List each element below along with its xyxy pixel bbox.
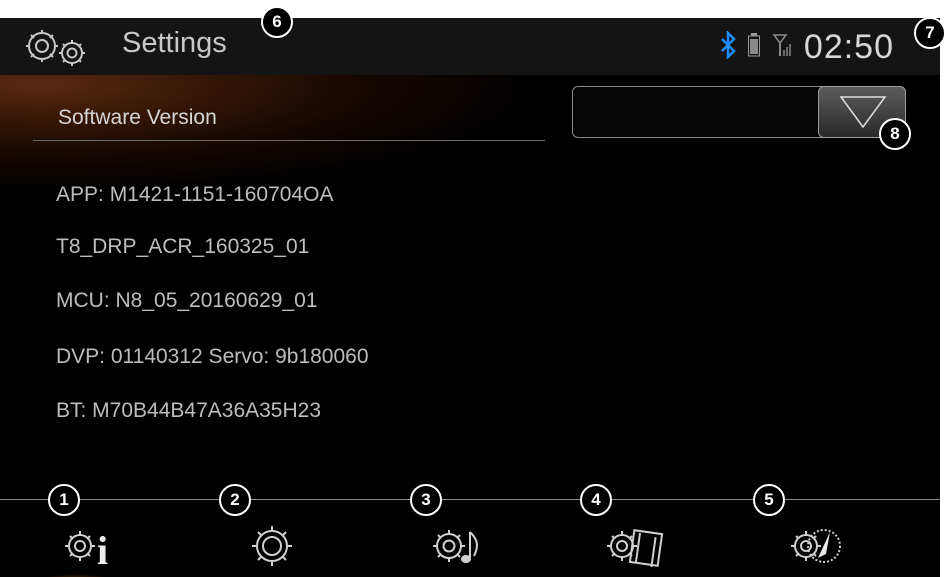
dock-navigation-button[interactable] xyxy=(770,502,910,577)
callout-badge-4: 4 xyxy=(580,484,612,516)
callout-badge-5: 5 xyxy=(753,484,785,516)
section-title: Software Version xyxy=(58,106,217,129)
gear-info-icon: i xyxy=(65,528,108,572)
callout-badge-7: 7 xyxy=(914,17,946,49)
section-divider xyxy=(33,140,545,141)
gear-icon xyxy=(252,526,292,566)
signal-icon xyxy=(772,33,792,62)
info-drp-version: T8_DRP_ACR_160325_01 xyxy=(56,235,310,258)
dock-divider xyxy=(0,499,940,500)
gear-music-icon xyxy=(433,530,478,563)
svg-text:i: i xyxy=(97,528,108,572)
info-dvp-version: DVP: 01140312 Servo: 9b180060 xyxy=(56,345,369,368)
page-title: Settings xyxy=(122,27,227,59)
top-margin xyxy=(0,0,948,18)
callout-badge-6: 6 xyxy=(261,6,293,38)
dock-video-button[interactable] xyxy=(590,502,730,577)
status-bar: Settings 02:50 xyxy=(0,18,940,75)
info-mcu-version: MCU: N8_05_20160629_01 xyxy=(56,289,318,312)
gear-film-icon xyxy=(607,529,664,568)
callout-badge-8: 8 xyxy=(879,118,911,150)
callout-badge-3: 3 xyxy=(410,484,442,516)
settings-gears-icon xyxy=(26,30,85,66)
right-margin xyxy=(940,0,948,577)
version-dropdown[interactable] xyxy=(572,86,906,138)
info-app-version: APP: M1421-1151-160704OA xyxy=(56,183,334,206)
gear-compass-icon xyxy=(791,529,841,563)
battery-icon xyxy=(747,33,760,62)
bluetooth-icon xyxy=(720,29,736,64)
info-bt-version: BT: M70B44B47A36A35H23 xyxy=(56,399,322,422)
status-icons: 02:50 xyxy=(720,28,894,67)
callout-badge-2: 2 xyxy=(219,484,251,516)
head-unit-screen: Settings 02:50 Software Version APP: M14… xyxy=(0,18,940,577)
clock: 02:50 xyxy=(803,28,894,66)
dock-settings-button[interactable] xyxy=(232,502,372,577)
dock-audio-button[interactable] xyxy=(415,502,555,577)
callout-badge-1: 1 xyxy=(48,484,80,516)
